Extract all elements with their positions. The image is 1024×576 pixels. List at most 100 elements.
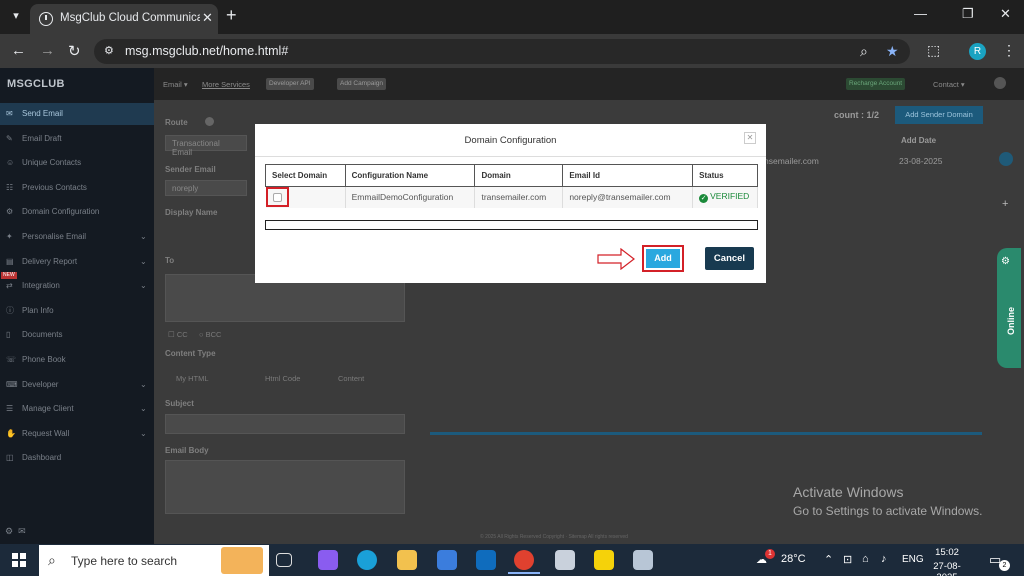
route-select[interactable]: Transactional Email [165, 135, 247, 157]
back-icon[interactable]: ← [11, 42, 26, 59]
sidebar-icon: ✎ [6, 133, 13, 143]
sidebar-item-request-wall[interactable]: ✋ Request Wall ⌄ [0, 423, 154, 445]
domain-count: count : 1/2 [834, 110, 880, 120]
sidebar-item-label: Email Draft [22, 133, 62, 143]
profile-avatar[interactable]: R [969, 43, 986, 60]
browser-tab[interactable]: MsgClub Cloud Communication ✕ [30, 4, 218, 34]
bcc-checkbox[interactable]: ○ BCC [199, 330, 221, 339]
sidebar-item-phone-book[interactable]: ☏ Phone Book [0, 349, 154, 371]
copilot-icon[interactable] [318, 550, 338, 570]
info-icon [205, 117, 214, 126]
status-badge: ✓ VERIFIED [699, 191, 750, 204]
radio-content[interactable]: Content [338, 374, 364, 383]
sidebar-item-plan-info[interactable]: ⓘ Plan Info [0, 300, 154, 322]
snipping-icon[interactable] [555, 550, 575, 570]
taskbar-search[interactable]: ⌕ Type here to search [39, 545, 269, 576]
add-campaign-button[interactable]: Add Campaign [337, 78, 386, 90]
weather-temp[interactable]: 28°C [781, 553, 806, 565]
reload-icon[interactable]: ↻ [68, 42, 81, 60]
extensions-icon[interactable]: ⬚ [927, 42, 940, 59]
file-explorer-icon[interactable] [397, 550, 417, 570]
email-body-editor[interactable] [165, 460, 405, 514]
subject-input[interactable] [165, 414, 405, 434]
sidebar-item-unique-contacts[interactable]: ☺ Unique Contacts [0, 152, 154, 174]
clock-time: 15:02 [935, 547, 959, 558]
email-menu[interactable]: Email ▾ [163, 80, 188, 89]
select-domain-checkbox[interactable] [272, 193, 282, 203]
minimize-icon[interactable]: — [914, 6, 927, 21]
sidebar-icon: ⌨ [6, 379, 18, 389]
sidebar-item-send-email[interactable]: ✉ Send Email [0, 103, 154, 125]
restore-icon[interactable]: ❐ [962, 6, 974, 22]
recharge-account-button[interactable]: Recharge Account [846, 78, 906, 90]
zoom-icon[interactable]: ⌕ [860, 43, 868, 60]
subject-label: Subject [165, 399, 194, 408]
cancel-button[interactable]: Cancel [705, 247, 754, 270]
cc-checkbox[interactable]: ☐ CC [168, 330, 188, 339]
tray-app-icon[interactable]: ⊡ [843, 553, 852, 566]
network-icon[interactable]: ⌂ [862, 553, 869, 565]
chevron-down-icon: ⌄ [140, 232, 147, 241]
chevron-down-icon: ⌄ [140, 379, 147, 389]
outlook-icon[interactable] [476, 550, 496, 570]
sender-email-input[interactable]: noreply [165, 180, 247, 196]
edge-icon[interactable] [357, 550, 377, 570]
floating-action-icon[interactable] [999, 152, 1013, 166]
user-avatar[interactable] [994, 77, 1006, 89]
brand-logo: MSGCLUB [7, 78, 65, 90]
select-highlight [265, 187, 289, 208]
paint-icon[interactable] [633, 550, 653, 570]
sidebar-item-email-draft[interactable]: ✎ Email Draft [0, 128, 154, 150]
add-sender-domain-button[interactable]: Add Sender Domain [895, 106, 983, 124]
language-indicator[interactable]: ENG [902, 554, 924, 565]
new-tab-icon[interactable]: + [226, 5, 237, 26]
plus-icon[interactable]: + [1002, 198, 1008, 210]
chat-settings-icon[interactable]: ⚙ [1001, 256, 1010, 267]
forward-icon[interactable]: → [40, 42, 55, 59]
store-icon[interactable] [437, 550, 457, 570]
status-cell: ✓ VERIFIED [692, 186, 758, 208]
sidebar-item-dashboard[interactable]: ◫ Dashboard [0, 447, 154, 469]
tray-chevron-icon[interactable]: ⌃ [824, 553, 833, 566]
sidebar-item-domain-configuration[interactable]: ⚙ Domain Configuration [0, 201, 154, 223]
content-type-label: Content Type [165, 349, 216, 358]
site-info-icon[interactable]: ⚙ [104, 44, 114, 57]
task-view-icon[interactable] [276, 553, 292, 567]
volume-icon[interactable]: ♪ [881, 553, 887, 565]
bookmark-star-icon[interactable]: ★ [886, 43, 899, 60]
modal-title: Domain Configuration [464, 135, 557, 146]
col-status: Status [692, 164, 758, 187]
close-window-icon[interactable]: ✕ [1000, 6, 1011, 22]
contact-menu[interactable]: Contact ▾ [933, 80, 965, 89]
search-icon: ⌕ [48, 552, 56, 568]
sidebar-icon: ✉ [6, 109, 13, 118]
browser-menu-icon[interactable]: ⋮ [1002, 42, 1016, 59]
sidebar-item-delivery-report[interactable]: ▤ Delivery Report ⌄ [0, 251, 154, 273]
more-services-link[interactable]: More Services [202, 80, 250, 89]
tab-search-icon[interactable]: ▾ [6, 6, 26, 26]
windows-start-icon[interactable] [12, 553, 26, 567]
radio-my-html[interactable]: My HTML [176, 374, 209, 383]
table-row[interactable]: EmmailDemoConfiguration transemailer.com… [265, 186, 758, 208]
sidebar-settings-icon[interactable]: ⚙ ✉ [5, 526, 26, 537]
sidebar-item-label: Send Email [22, 109, 63, 118]
sidebar-item-documents[interactable]: ▯ Documents [0, 324, 154, 346]
developer-api-button[interactable]: Developer API [266, 78, 314, 90]
chrome-icon[interactable] [514, 550, 534, 570]
address-bar[interactable]: ⚙ msg.msgclub.net/home.html# ⌕ ★ [94, 39, 910, 64]
chevron-down-icon: ⌄ [140, 281, 147, 291]
close-tab-icon[interactable]: ✕ [202, 10, 213, 26]
modal-close-icon[interactable]: ✕ [744, 132, 756, 144]
sidebar-item-personalise-email[interactable]: ✦ Personalise Email ⌄ [0, 226, 154, 248]
sidebar-item-previous-contacts[interactable]: ☷ Previous Contacts [0, 177, 154, 199]
sidebar-item-integration[interactable]: ⇄ Integration ⌄ NEW [0, 272, 154, 297]
sidebar-item-manage-client[interactable]: ☰ Manage Client ⌄ [0, 398, 154, 420]
browser-tab-bar: ▾ MsgClub Cloud Communication ✕ + — ❐ ✕ [0, 0, 1024, 34]
sidebar-item-developer[interactable]: ⌨ Developer ⌄ [0, 374, 154, 396]
sticky-notes-icon[interactable] [594, 550, 614, 570]
clock[interactable]: 15:02 27-08-2025 [929, 547, 965, 576]
sidebar-icon: ✋ [6, 428, 16, 438]
radio-html-code[interactable]: Html Code [265, 374, 300, 383]
add-button[interactable]: Add [646, 249, 680, 268]
sidebar-item-label: Personalise Email [22, 232, 87, 241]
